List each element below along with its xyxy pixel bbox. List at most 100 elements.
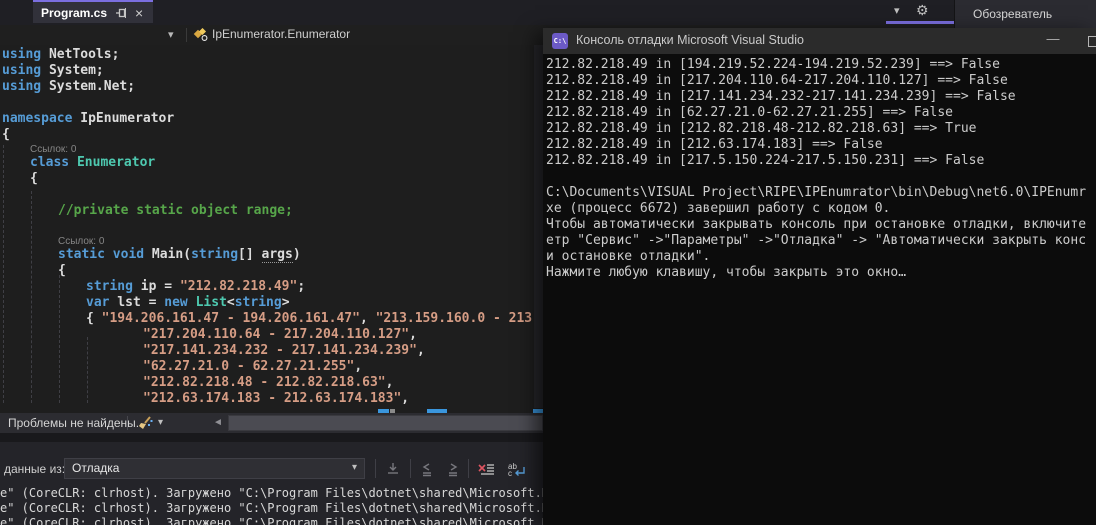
output-lines: e" (CoreCLR: clrhost). Загружено "C:\Pro…: [0, 486, 543, 525]
console-line: 212.82.218.49 in [217.141.234.232-217.14…: [546, 89, 1096, 105]
code-token: "213.159.160.0 - 213.159.1: [376, 311, 543, 326]
code-token: {: [30, 171, 38, 186]
goto-message-icon[interactable]: [382, 459, 404, 479]
code-token: string: [191, 247, 238, 262]
code-line[interactable]: var lst = new List<string>: [0, 295, 534, 311]
console-line: 212.82.218.49 in [194.219.52.224-194.219…: [546, 57, 1096, 73]
console-line: 212.82.218.49 in [217.204.110.64-217.204…: [546, 73, 1096, 89]
code-line[interactable]: Ссылок: 0: [0, 235, 534, 247]
console-line: 212.82.218.49 in [62.27.21.0-62.27.21.25…: [546, 105, 1096, 121]
solution-explorer-header[interactable]: Обозреватель решений: [954, 0, 1096, 28]
code-line[interactable]: {: [0, 263, 534, 279]
word-wrap-icon[interactable]: ab c: [506, 459, 528, 479]
code-line[interactable]: [0, 95, 534, 111]
minimize-icon[interactable]: —: [1038, 31, 1068, 46]
output-source-dropdown[interactable]: Отладка ▾: [64, 458, 365, 479]
prev-message-icon[interactable]: [416, 459, 438, 479]
code-line[interactable]: using System.Net;: [0, 79, 534, 95]
code-line[interactable]: {: [0, 127, 534, 143]
code-line[interactable]: {: [0, 171, 534, 187]
code-token: using: [2, 47, 41, 62]
project-dropdown[interactable]: ▾: [0, 25, 186, 45]
maximize-icon[interactable]: [1088, 36, 1096, 47]
code-token: Main(: [144, 247, 191, 262]
chevron-down-icon[interactable]: ▾: [894, 4, 900, 17]
breadcrumb[interactable]: IpEnumerator.Enumerator: [212, 27, 350, 41]
next-message-icon[interactable]: [442, 459, 464, 479]
code-token: ,: [417, 343, 425, 358]
code-token: //private static object range;: [58, 203, 293, 218]
code-token: "62.27.21.0 - 62.27.21.255": [143, 359, 354, 374]
code-token: "212.63.174.183 - 212.63.174.183": [143, 391, 401, 406]
code-token: namespace: [2, 111, 72, 126]
console-line: Чтобы автоматически закрывать консоль пр…: [546, 217, 1096, 233]
tab-program-cs[interactable]: Program.cs ×: [33, 0, 153, 23]
console-line: Нажмите любую клавишу, чтобы закрыть это…: [546, 265, 1096, 281]
chevron-down-icon[interactable]: ▾: [158, 417, 163, 428]
chevron-down-icon: ▾: [352, 462, 357, 473]
code-token: Ссылок: 0: [58, 236, 104, 247]
console-line: C:\Documents\VISUAL Project\RIPE\IPEnumr…: [546, 185, 1096, 201]
code-token: "212.82.218.49": [180, 279, 297, 294]
console-line: 212.82.218.49 in [217.5.150.224-217.5.15…: [546, 153, 1096, 169]
console-line: [546, 169, 1096, 185]
code-token: args: [262, 247, 293, 263]
output-panel: данные из: Отладка ▾ ab: [0, 442, 543, 525]
divider: [468, 459, 469, 478]
panel-divider: [0, 433, 543, 442]
console-line: 212.82.218.49 in [212.82.218.48-212.82.2…: [546, 121, 1096, 137]
console-title: Консоль отладки Microsoft Visual Studio: [576, 33, 804, 47]
code-line[interactable]: static void Main(string[] args): [0, 247, 534, 263]
code-line[interactable]: [0, 187, 534, 203]
code-token: ,: [401, 391, 409, 406]
code-line[interactable]: namespace IpEnumerator: [0, 111, 534, 127]
output-line: e" (CoreCLR: clrhost). Загружено "C:\Pro…: [0, 486, 543, 501]
close-icon[interactable]: ×: [135, 6, 143, 20]
console-line: и остановке отладки".: [546, 249, 1096, 265]
editor-status-bar: Проблемы не найдены. ▾ ◄: [0, 413, 543, 433]
scroll-left-icon[interactable]: ◄: [213, 417, 223, 428]
pin-icon[interactable]: [115, 7, 127, 19]
code-line[interactable]: "212.82.218.48 - 212.82.218.63",: [0, 375, 534, 391]
code-line[interactable]: { "194.206.161.47 - 194.206.161.47", "21…: [0, 311, 534, 327]
code-line[interactable]: "217.204.110.64 - 217.204.110.127",: [0, 327, 534, 343]
code-token: ip =: [133, 279, 180, 294]
code-token: using: [2, 79, 41, 94]
class-icon: [193, 28, 209, 42]
code-line[interactable]: string ip = "212.82.218.49";: [0, 279, 534, 295]
code-line[interactable]: [0, 219, 534, 235]
code-line[interactable]: "212.63.174.183 - 212.63.174.183",: [0, 391, 534, 407]
console-output[interactable]: 212.82.218.49 in [194.219.52.224-194.219…: [543, 54, 1096, 525]
code-line[interactable]: using System;: [0, 63, 534, 79]
code-token: string: [86, 279, 133, 294]
accent-underline: [886, 21, 954, 24]
code-token: []: [238, 247, 261, 262]
console-title-bar[interactable]: C:\ Консоль отладки Microsoft Visual Stu…: [543, 28, 1096, 54]
clear-output-icon[interactable]: [475, 459, 497, 479]
code-line[interactable]: "217.141.234.232 - 217.141.234.239",: [0, 343, 534, 359]
code-token: using: [2, 63, 41, 78]
code-line[interactable]: using NetTools;: [0, 47, 534, 63]
gear-icon[interactable]: ⚙: [916, 2, 929, 19]
output-line: e" (CoreCLR: clrhost). Загружено "C:\Pro…: [0, 501, 543, 516]
code-token: System;: [41, 63, 104, 78]
code-cleanup-icon[interactable]: [137, 415, 154, 431]
scrollbar-thumb[interactable]: [229, 416, 542, 430]
output-source-value: Отладка: [72, 461, 119, 475]
chevron-down-icon: ▾: [168, 28, 174, 41]
code-token: NetTools;: [41, 47, 119, 62]
code-token: "194.206.161.47 - 194.206.161.47": [102, 311, 360, 326]
code-line[interactable]: class Enumerator: [0, 155, 534, 171]
console-line: хе (процесс 6672) завершил работу с кодо…: [546, 201, 1096, 217]
code-token: {: [2, 127, 10, 142]
horizontal-scrollbar[interactable]: [228, 415, 543, 431]
code-editor[interactable]: using NetTools;using System;using System…: [0, 45, 543, 408]
code-line[interactable]: "62.27.21.0 - 62.27.21.255",: [0, 359, 534, 375]
code-line[interactable]: Ссылок: 0: [0, 143, 534, 155]
navigation-bar: ▾ IpEnumerator.Enumerator: [0, 25, 543, 46]
code-line[interactable]: //private static object range;: [0, 203, 534, 219]
code-token: System.Net;: [41, 79, 135, 94]
vertical-scrollbar[interactable]: [534, 45, 543, 408]
code-token: Enumerator: [69, 155, 155, 170]
debug-console-window: C:\ Консоль отладки Microsoft Visual Stu…: [543, 28, 1096, 525]
